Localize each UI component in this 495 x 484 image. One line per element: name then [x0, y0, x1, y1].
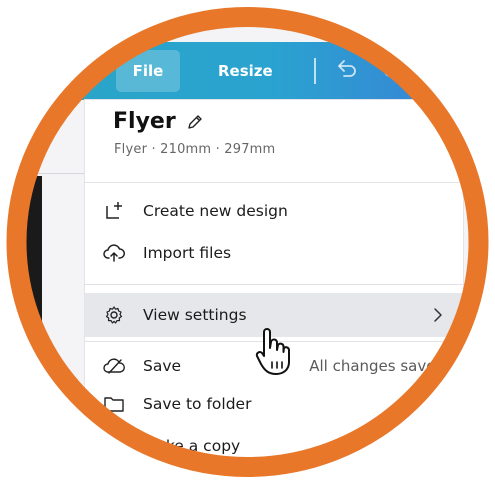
import-files-item[interactable]: Import files — [85, 231, 463, 275]
menu-divider — [85, 284, 463, 285]
make-a-copy-item[interactable]: Make a copy — [85, 424, 463, 466]
design-title[interactable]: Flyer — [113, 109, 204, 134]
folder-icon — [104, 397, 124, 412]
cloud-check-icon — [103, 358, 125, 374]
undo-icon[interactable] — [332, 56, 360, 84]
copy-icon — [105, 437, 123, 456]
save-status-text: All changes saved — [309, 357, 445, 375]
design-title-text: Flyer — [113, 109, 176, 134]
editor-top-bar: File Resize — [18, 42, 477, 100]
resize-button[interactable]: Resize — [218, 50, 273, 92]
save-to-folder-item[interactable]: Save to folder — [85, 382, 463, 426]
file-menu-button[interactable]: File — [116, 50, 180, 92]
add-design-icon — [106, 202, 122, 219]
menu-item-label: Create new design — [143, 202, 288, 220]
redo-icon[interactable] — [380, 56, 408, 84]
toolbar-divider — [314, 58, 316, 84]
file-dropdown-menu: Flyer Flyer · 210mm · 297mm Create new d… — [85, 100, 463, 466]
menu-item-label: Save — [143, 357, 182, 375]
gear-icon — [105, 306, 123, 324]
menu-item-label: View settings — [143, 306, 247, 324]
menu-divider — [85, 182, 463, 183]
screenshot-stage: File Resize Flyer Flyer · 210mm · 297mm — [0, 0, 495, 484]
menu-item-label: Import files — [143, 244, 232, 262]
circular-viewport: File Resize Flyer Flyer · 210mm · 297mm — [18, 18, 477, 466]
pencil-icon[interactable] — [186, 113, 204, 131]
create-new-design-item[interactable]: Create new design — [85, 189, 463, 233]
menu-item-label: Save to folder — [143, 395, 252, 413]
upload-cloud-icon — [103, 244, 125, 262]
hand-pointer-cursor-icon — [255, 328, 290, 375]
chevron-right-icon — [434, 308, 442, 322]
menu-item-label: Make a copy — [143, 437, 241, 455]
design-dimensions: Flyer · 210mm · 297mm — [114, 142, 276, 157]
canvas-dark-region — [18, 176, 42, 336]
